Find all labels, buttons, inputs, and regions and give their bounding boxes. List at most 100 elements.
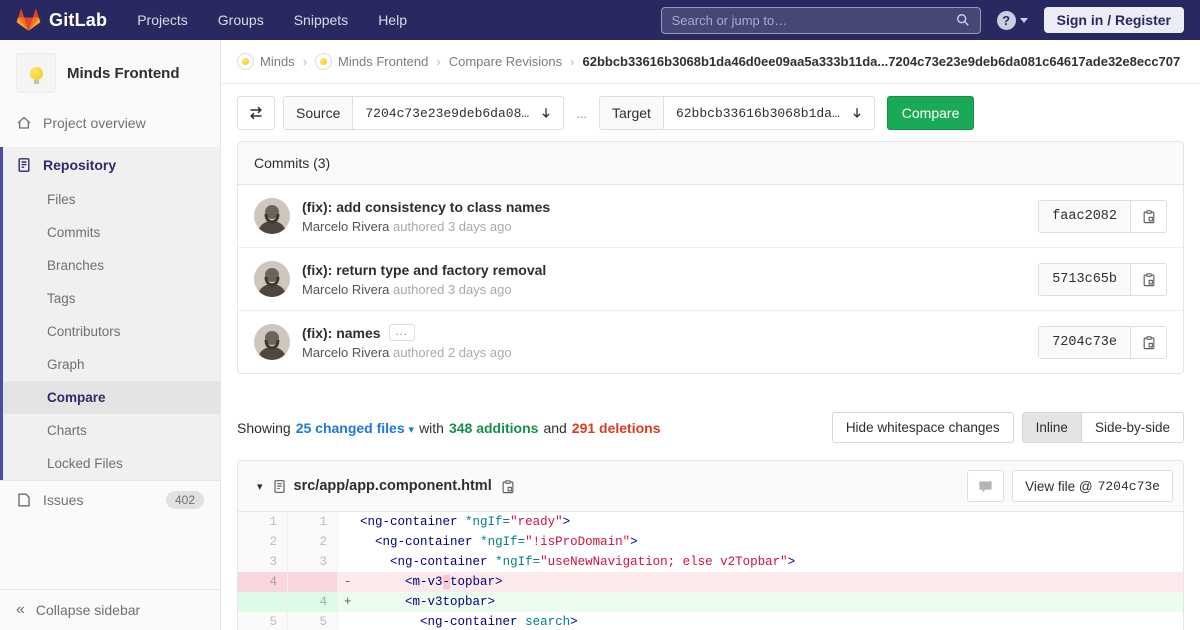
sidebar-item-project-overview[interactable]: Project overview	[0, 105, 220, 141]
side-by-side-view-button[interactable]: Side-by-side	[1082, 412, 1184, 443]
help-icon: ?	[997, 11, 1016, 30]
commit-meta: Marcelo Rivera authored 3 days ago	[302, 219, 550, 234]
breadcrumb-separator: ›	[570, 54, 574, 69]
commit-meta: Marcelo Rivera authored 2 days ago	[302, 345, 512, 360]
new-line-number[interactable]	[288, 572, 338, 592]
author-avatar[interactable]	[254, 324, 290, 360]
caret-down-icon: ▾	[409, 423, 415, 436]
copy-sha-button[interactable]	[1131, 201, 1166, 232]
commit-author[interactable]: Marcelo Rivera	[302, 345, 389, 360]
with-label: with	[419, 420, 444, 436]
old-line-number[interactable]: 4	[238, 572, 288, 592]
copy-sha-button[interactable]	[1131, 327, 1166, 358]
new-line-number[interactable]: 5	[288, 612, 338, 630]
commit-description-expander[interactable]: ...	[389, 324, 415, 341]
compare-button[interactable]: Compare	[887, 96, 975, 130]
commit-title[interactable]: (fix): add consistency to class names	[302, 199, 550, 215]
sidebar-item-graph[interactable]: Graph	[3, 348, 220, 381]
search-input[interactable]	[672, 13, 956, 28]
collapse-sidebar-button[interactable]: « Collapse sidebar	[0, 589, 220, 630]
breadcrumb-item[interactable]: Minds Frontend	[315, 53, 428, 70]
view-file-hash: 7204c73e	[1098, 479, 1160, 494]
breadcrumb-separator: ›	[303, 54, 307, 69]
target-branch-dropdown[interactable]: Target 62bbcb33616b3068b1da…	[599, 96, 875, 130]
old-line-number[interactable]: 5	[238, 612, 288, 630]
commit-author[interactable]: Marcelo Rivera	[302, 282, 389, 297]
commit-author[interactable]: Marcelo Rivera	[302, 219, 389, 234]
sign-in-register-button[interactable]: Sign in / Register	[1044, 7, 1184, 33]
author-avatar[interactable]	[254, 261, 290, 297]
sidebar-item-commits[interactable]: Commits	[3, 216, 220, 249]
home-icon	[16, 115, 32, 131]
sidebar-item-charts[interactable]: Charts	[3, 414, 220, 447]
commit-sha[interactable]: 5713c65b	[1039, 264, 1131, 295]
project-header[interactable]: Minds Frontend	[0, 40, 220, 105]
new-line-number[interactable]: 1	[288, 512, 338, 532]
commit-sha[interactable]: 7204c73e	[1039, 327, 1131, 358]
navbar-link-groups[interactable]: Groups	[218, 12, 264, 28]
old-line-number[interactable]: 2	[238, 532, 288, 552]
repository-subitems: FilesCommitsBranchesTagsContributorsGrap…	[3, 183, 220, 480]
commit-sha[interactable]: faac2082	[1039, 201, 1131, 232]
compare-form: Source 7204c73e23e9deb6da08… ... Target …	[237, 96, 1184, 130]
breadcrumb-item[interactable]: Minds	[237, 53, 295, 70]
sidebar-item-tags[interactable]: Tags	[3, 282, 220, 315]
collapse-file-caret-icon[interactable]: ▾	[248, 480, 272, 493]
help-menu[interactable]: ?	[997, 11, 1028, 30]
view-file-button[interactable]: View file @ 7204c73e	[1012, 470, 1173, 502]
breadcrumb: Minds›Minds Frontend›Compare Revisions›6…	[221, 40, 1200, 84]
lightbulb-icon	[30, 67, 43, 80]
commit-title[interactable]: (fix): names	[302, 325, 381, 341]
gitlab-brand[interactable]: GitLab	[16, 8, 107, 32]
double-chevron-left-icon: «	[16, 602, 25, 618]
navbar-link-snippets[interactable]: Snippets	[294, 12, 348, 28]
copy-path-icon[interactable]	[501, 479, 515, 494]
code-content: <ng-container *ngIf="ready">	[338, 512, 1183, 532]
sidebar-item-locked-files[interactable]: Locked Files	[3, 447, 220, 480]
author-avatar[interactable]	[254, 198, 290, 234]
new-line-number[interactable]: 2	[288, 532, 338, 552]
and-label: and	[543, 420, 566, 436]
code-content: <ng-container search>	[338, 612, 1183, 630]
inline-view-button[interactable]: Inline	[1022, 412, 1082, 443]
file-path[interactable]: src/app/app.component.html	[294, 478, 492, 494]
navbar-link-help[interactable]: Help	[378, 12, 407, 28]
commit-title[interactable]: (fix): return type and factory removal	[302, 262, 546, 278]
code-content: - <m-v3-topbar>	[338, 572, 1183, 592]
target-label: Target	[600, 97, 664, 129]
sidebar-item-branches[interactable]: Branches	[3, 249, 220, 282]
new-line-number[interactable]: 4	[288, 592, 338, 612]
diff-line: 33 <ng-container *ngIf="useNewNavigation…	[238, 552, 1183, 572]
comment-bubble-icon	[978, 479, 993, 494]
sidebar-item-compare[interactable]: Compare	[3, 381, 220, 414]
sidebar-item-repository[interactable]: Repository	[3, 147, 220, 183]
old-line-number[interactable]: 3	[238, 552, 288, 572]
diff-summary-bar: Showing 25 changed files ▾ with 348 addi…	[237, 412, 1184, 443]
swap-revisions-button[interactable]	[237, 96, 275, 130]
diff-marker: +	[344, 592, 360, 612]
code-content: + <m-v3topbar>	[338, 592, 1183, 612]
diff-line: 11<ng-container *ngIf="ready">	[238, 512, 1183, 532]
navbar-link-projects[interactable]: Projects	[137, 12, 188, 28]
toggle-comments-button[interactable]	[967, 470, 1004, 502]
old-line-number[interactable]	[238, 592, 288, 612]
sidebar-item-label: Repository	[43, 157, 116, 173]
source-branch-dropdown[interactable]: Source 7204c73e23e9deb6da08…	[283, 96, 564, 130]
source-value: 7204c73e23e9deb6da08…	[353, 97, 535, 129]
breadcrumb-item[interactable]: Compare Revisions	[449, 54, 562, 69]
old-line-number[interactable]: 1	[238, 512, 288, 532]
changed-files-dropdown[interactable]: 25 changed files ▾	[296, 420, 414, 436]
commit-sha-group: 7204c73e	[1038, 326, 1167, 359]
swap-arrows-icon	[248, 105, 264, 121]
navbar-links: Projects Groups Snippets Help	[137, 12, 407, 28]
new-line-number[interactable]: 3	[288, 552, 338, 572]
global-search[interactable]	[661, 7, 981, 34]
commit-meta: Marcelo Rivera authored 3 days ago	[302, 282, 546, 297]
arrow-down-icon	[846, 97, 874, 129]
sidebar-item-contributors[interactable]: Contributors	[3, 315, 220, 348]
hide-whitespace-button[interactable]: Hide whitespace changes	[832, 412, 1014, 443]
copy-sha-button[interactable]	[1131, 264, 1166, 295]
sidebar-item-files[interactable]: Files	[3, 183, 220, 216]
sidebar-item-issues[interactable]: Issues 402	[0, 480, 220, 519]
source-label: Source	[284, 97, 353, 129]
